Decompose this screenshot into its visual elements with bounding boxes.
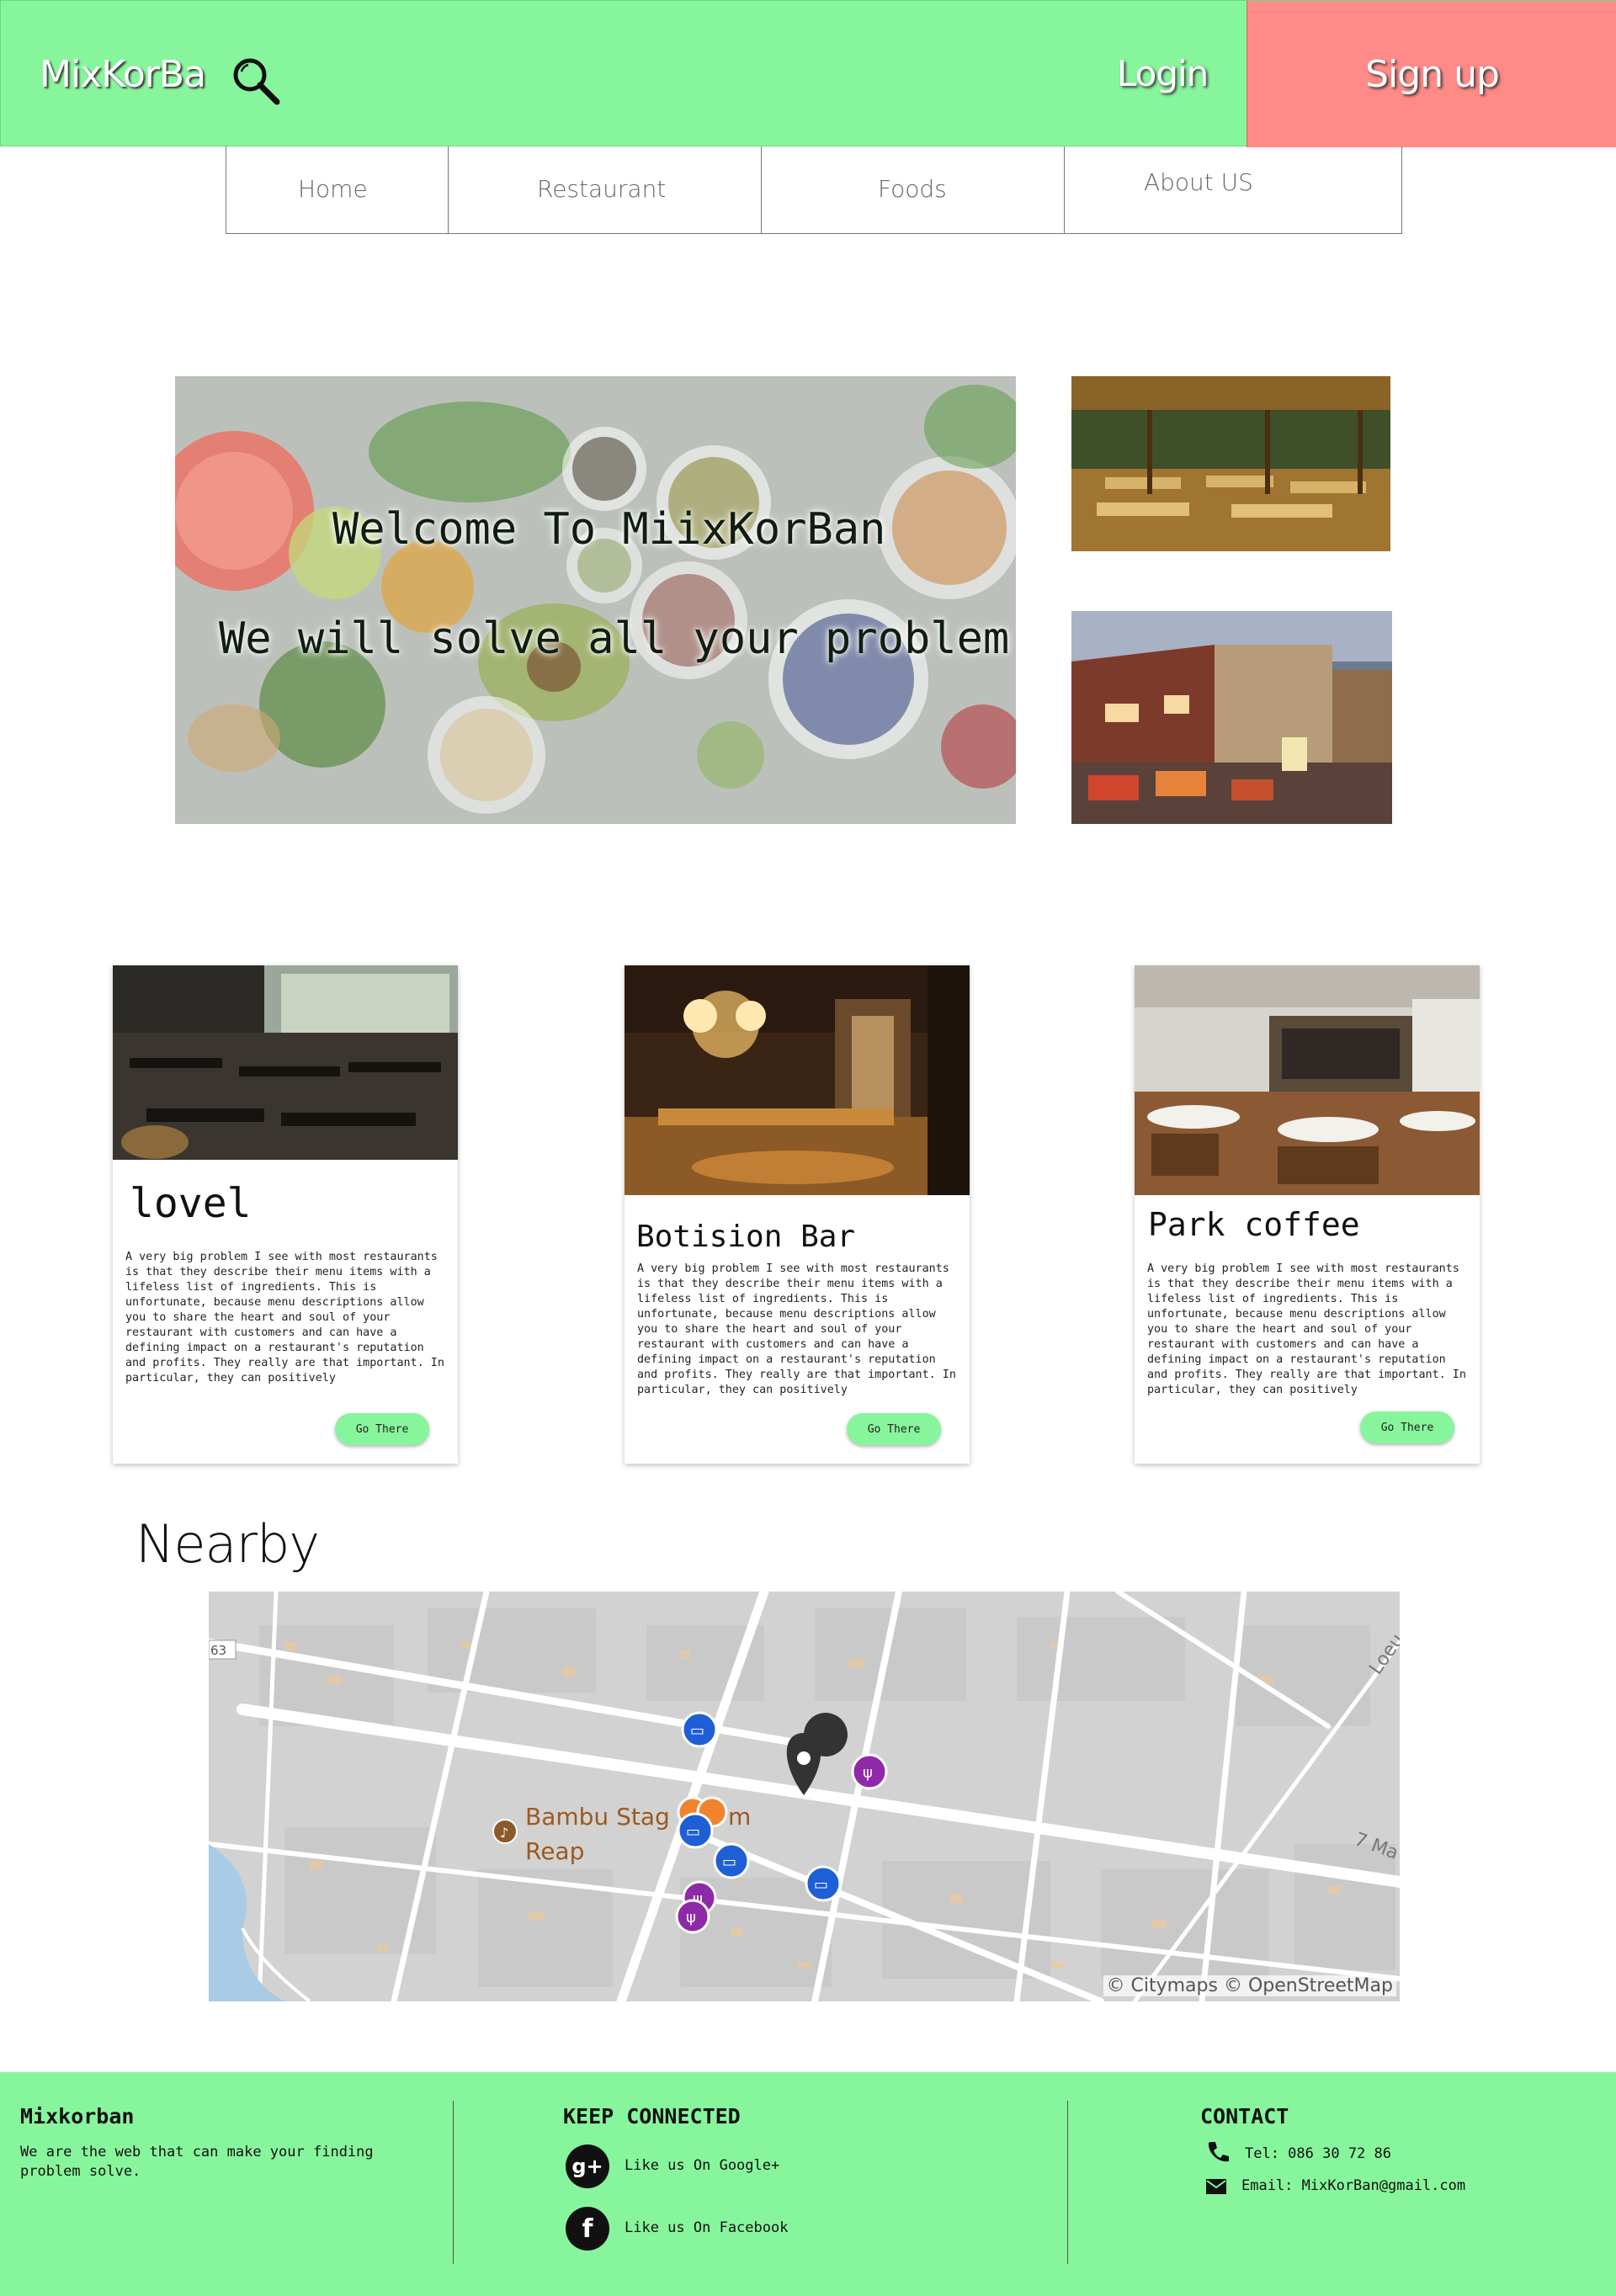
go-there-button[interactable]: Go There — [847, 1413, 941, 1445]
restaurant-marker-icon: ψ — [851, 1753, 888, 1790]
road-number-label: 63 — [210, 1643, 226, 1658]
footer-brand: Mixkorban — [20, 2104, 135, 2129]
card-image — [625, 965, 970, 1195]
restaurant-card-lovel: lovel A very big problem I see with most… — [113, 965, 458, 1464]
hero-banner: Welcome To MiixKorBan We will solve all … — [175, 376, 1016, 824]
svg-text:▭: ▭ — [722, 1853, 736, 1871]
email-icon — [1206, 2179, 1226, 2194]
restaurant-photo-2 — [1071, 611, 1392, 824]
footer-divider — [453, 2101, 454, 2264]
footer-divider — [1067, 2101, 1068, 2264]
restaurant-card-park-coffee: Park coffee A very big problem I see wit… — [1135, 965, 1480, 1464]
login-button[interactable]: Login — [1117, 53, 1209, 94]
hotel-marker-icon: ▭ — [677, 1812, 714, 1849]
card-description: A very big problem I see with most resta… — [637, 1262, 956, 1396]
map-canvas[interactable]: 63 Loeu 7 Ma ♪ Bambu Stag m Reap ▭ ▭ ▭ ▭… — [209, 1592, 1400, 2001]
card-description: A very big problem I see with most resta… — [1147, 1262, 1466, 1396]
svg-text:♪: ♪ — [500, 1825, 508, 1841]
contact-heading: CONTACT — [1200, 2104, 1289, 2129]
facebook-link[interactable]: Like us On Facebook — [625, 2219, 788, 2238]
restaurant-marker-icon: ψ — [675, 1899, 710, 1934]
nav-restaurant-label: Restaurant — [537, 175, 667, 203]
nav-about-label: About US — [1144, 168, 1253, 196]
hero-subheadline: We will solve all your problem — [219, 614, 1010, 664]
footer: Mixkorban We are the web that can make y… — [0, 2072, 1616, 2296]
svg-text:ψ: ψ — [863, 1764, 873, 1782]
svg-text:▭: ▭ — [814, 1876, 828, 1894]
go-there-button[interactable]: Go There — [335, 1413, 429, 1445]
nav-item-about[interactable]: About US — [1065, 146, 1401, 233]
svg-text:ψ: ψ — [686, 1909, 696, 1927]
hero-headline: Welcome To MiixKorBan — [332, 504, 886, 555]
header-bar: MixKorBa Login Sign up — [0, 0, 1616, 147]
facebook-icon[interactable]: f — [566, 2207, 609, 2251]
place-label-suffix: m — [728, 1803, 751, 1831]
google-plus-link[interactable]: Like us On Google+ — [625, 2156, 779, 2176]
signup-label: Sign up — [1365, 52, 1500, 96]
nearby-heading: Nearby — [136, 1513, 320, 1575]
card-title: Botision Bar — [636, 1220, 856, 1254]
phone-icon — [1208, 2142, 1229, 2162]
map-credit: © Citymaps © OpenStreetMap — [1103, 1975, 1396, 1996]
contact-email[interactable]: Email: MixKorBan@gmail.com — [1241, 2176, 1465, 2196]
card-image — [113, 965, 458, 1160]
place-label-bambu: Bambu Stag — [525, 1803, 670, 1831]
footer-tagline: We are the web that can make your findin… — [20, 2144, 374, 2180]
hotel-marker-icon: ▭ — [681, 1711, 718, 1748]
restaurant-photo-1 — [1071, 376, 1390, 551]
hotel-marker-icon: ▭ — [713, 1842, 750, 1879]
restaurant-card-botision-bar: Botision Bar A very big problem I see wi… — [625, 965, 970, 1464]
svg-text:▭: ▭ — [686, 1823, 700, 1841]
keep-connected-heading: KEEP CONNECTED — [563, 2104, 741, 2129]
nav-item-restaurant[interactable]: Restaurant — [449, 146, 762, 233]
card-image — [1135, 965, 1480, 1195]
brand-logo[interactable]: MixKorBa — [40, 53, 206, 96]
nearby-map[interactable]: 63 Loeu 7 Ma ♪ Bambu Stag m Reap ▭ ▭ ▭ ▭… — [209, 1592, 1400, 2001]
card-title: Park coffee — [1148, 1206, 1360, 1243]
google-plus-icon[interactable]: g+ — [566, 2145, 609, 2188]
go-there-button[interactable]: Go There — [1360, 1411, 1454, 1443]
card-description: A very big problem I see with most resta… — [125, 1251, 444, 1385]
main-nav: Home Restaurant Foods About US — [226, 146, 1402, 234]
nav-item-foods[interactable]: Foods — [762, 146, 1065, 233]
card-title: lovel — [130, 1180, 252, 1227]
search-icon[interactable] — [230, 55, 282, 107]
hotel-marker-icon: ▭ — [805, 1865, 842, 1902]
hero-food-image — [175, 376, 1016, 824]
nav-foods-label: Foods — [878, 175, 947, 203]
svg-text:▭: ▭ — [690, 1722, 704, 1740]
contact-phone: Tel: 086 30 72 86 — [1245, 2145, 1391, 2162]
signup-button[interactable]: Sign up — [1247, 1, 1616, 147]
place-label-reap: Reap — [525, 1837, 584, 1865]
nav-item-home[interactable]: Home — [226, 146, 449, 233]
nav-home-label: Home — [298, 175, 368, 203]
